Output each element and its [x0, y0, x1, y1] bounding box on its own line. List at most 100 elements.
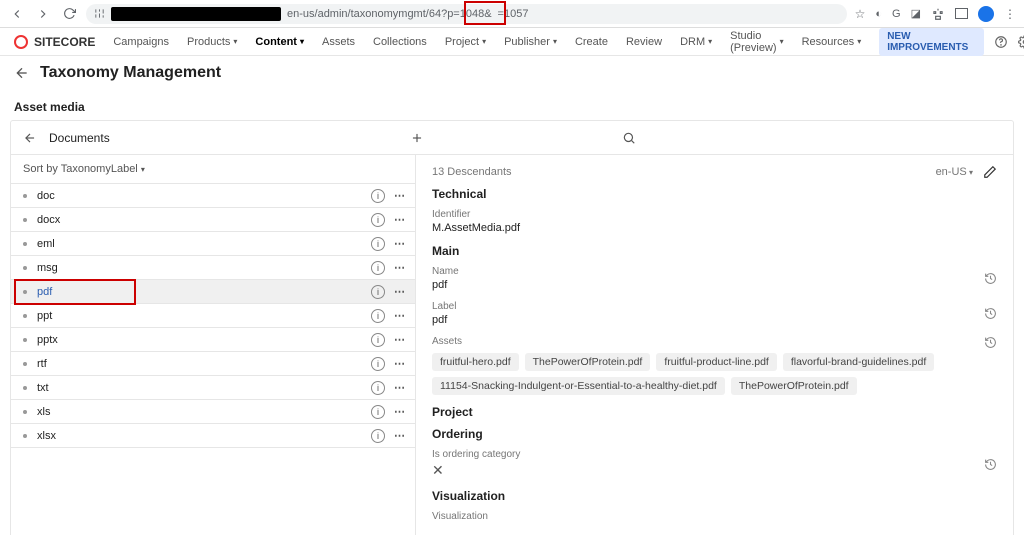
- url-visible: en-us/admin/taxonomymgmt/64?p=1048&: [287, 8, 492, 20]
- info-icon[interactable]: i: [371, 213, 385, 227]
- more-icon[interactable]: ⋯: [391, 357, 409, 370]
- ext-icon-2[interactable]: G: [892, 8, 901, 20]
- brand-icon: [14, 35, 28, 49]
- chevron-down-icon: ▾: [553, 37, 557, 46]
- page-title: Taxonomy Management: [40, 64, 221, 82]
- nav-campaigns[interactable]: Campaigns: [113, 30, 169, 54]
- label-value: pdf: [432, 314, 984, 326]
- ext-icon-1[interactable]: ◐: [875, 8, 882, 20]
- nav-resources[interactable]: Resources▾: [802, 30, 862, 54]
- extensions-icon[interactable]: [931, 7, 945, 21]
- more-icon[interactable]: ⋯: [391, 333, 409, 346]
- panel-icon[interactable]: [955, 8, 968, 19]
- sort-dropdown[interactable]: Sort by TaxonomyLabel ▾: [11, 155, 415, 184]
- history-icon[interactable]: [984, 307, 997, 320]
- profile-avatar-icon[interactable]: [978, 6, 994, 22]
- bullet-icon: [23, 410, 27, 414]
- nav-review[interactable]: Review: [626, 30, 662, 54]
- star-icon[interactable]: ☆: [855, 7, 866, 21]
- taxonomy-row-pptx[interactable]: pptxi⋯: [11, 328, 415, 352]
- taxonomy-row-docx[interactable]: docxi⋯: [11, 208, 415, 232]
- asset-chip[interactable]: fruitful-hero.pdf: [432, 353, 519, 371]
- taxonomy-row-eml[interactable]: emli⋯: [11, 232, 415, 256]
- section-visualization: Visualization: [432, 489, 997, 503]
- bullet-icon: [23, 242, 27, 246]
- more-icon[interactable]: ⋯: [391, 237, 409, 250]
- browser-reload[interactable]: [60, 5, 78, 23]
- bullet-icon: [23, 434, 27, 438]
- asset-chip[interactable]: 11154-Snacking-Indulgent-or-Essential-to…: [432, 377, 725, 395]
- more-icon[interactable]: ⋯: [391, 261, 409, 274]
- name-label: Name: [432, 266, 984, 277]
- info-icon[interactable]: i: [371, 261, 385, 275]
- more-icon[interactable]: ⋯: [391, 405, 409, 418]
- nav-create[interactable]: Create: [575, 30, 608, 54]
- row-label: txt: [37, 382, 371, 394]
- row-label: ppt: [37, 310, 371, 322]
- chevron-down-icon: ▾: [857, 37, 861, 46]
- nav-products[interactable]: Products▾: [187, 30, 237, 54]
- info-icon[interactable]: i: [371, 237, 385, 251]
- url-bar[interactable]: en-us/admin/taxonomymgmt/64?p=1048& =105…: [86, 4, 847, 24]
- taxonomy-row-msg[interactable]: msgi⋯: [11, 256, 415, 280]
- info-icon[interactable]: i: [371, 405, 385, 419]
- ordering-value-false-icon: ✕: [432, 462, 984, 479]
- asset-chip[interactable]: fruitful-product-line.pdf: [656, 353, 776, 371]
- taxonomy-row-xls[interactable]: xlsi ⋯: [11, 400, 415, 424]
- asset-chip[interactable]: flavorful-brand-guidelines.pdf: [783, 353, 934, 371]
- taxonomy-row-doc[interactable]: doci⋯: [11, 184, 415, 208]
- browser-forward[interactable]: [34, 5, 52, 23]
- browser-menu-icon[interactable]: ⋮: [1004, 7, 1016, 21]
- info-icon[interactable]: i: [371, 357, 385, 371]
- info-icon[interactable]: i: [371, 429, 385, 443]
- nav-project[interactable]: Project▾: [445, 30, 486, 54]
- browser-chrome: en-us/admin/taxonomymgmt/64?p=1048& =105…: [0, 0, 1024, 28]
- row-label: xls: [37, 406, 371, 418]
- page-back[interactable]: [14, 65, 30, 81]
- new-improvements-badge[interactable]: NEW IMPROVEMENTS: [879, 28, 984, 56]
- browser-back[interactable]: [8, 5, 26, 23]
- more-icon[interactable]: ⋯: [391, 285, 409, 298]
- info-icon[interactable]: i: [371, 309, 385, 323]
- taxonomy-row-ppt[interactable]: ppti ⋯: [11, 304, 415, 328]
- ext-icon-3[interactable]: ◪: [911, 7, 921, 20]
- nav-collections[interactable]: Collections: [373, 30, 427, 54]
- language-selector[interactable]: en-US ▾: [936, 166, 973, 178]
- asset-chip[interactable]: ThePowerOfProtein.pdf: [731, 377, 857, 395]
- info-icon[interactable]: i: [371, 285, 385, 299]
- nav-content[interactable]: Content▾: [255, 30, 304, 54]
- nav-assets[interactable]: Assets: [322, 30, 355, 54]
- info-icon[interactable]: i: [371, 333, 385, 347]
- more-icon[interactable]: ⋯: [391, 189, 409, 202]
- more-icon[interactable]: ⋯: [391, 213, 409, 226]
- panel-search-icon[interactable]: [617, 126, 641, 150]
- history-icon[interactable]: [984, 336, 997, 349]
- taxonomy-row-xlsx[interactable]: xlsxi⋯: [11, 424, 415, 448]
- descendants-count: 13 Descendants: [432, 166, 512, 178]
- more-icon[interactable]: ⋯: [391, 309, 409, 322]
- help-icon[interactable]: [994, 34, 1008, 50]
- info-icon[interactable]: i: [371, 189, 385, 203]
- url-redacted: [111, 7, 281, 21]
- taxonomy-row-pdf[interactable]: pdfi⋯: [11, 280, 415, 304]
- asset-chip[interactable]: ThePowerOfProtein.pdf: [525, 353, 651, 371]
- nav-studiopreview[interactable]: Studio (Preview)▾: [730, 30, 783, 54]
- panel-add-icon[interactable]: [405, 126, 429, 150]
- bullet-icon: [23, 266, 27, 270]
- more-icon[interactable]: ⋯: [391, 429, 409, 442]
- info-icon[interactable]: i: [371, 381, 385, 395]
- nav-publisher[interactable]: Publisher▾: [504, 30, 557, 54]
- edit-icon[interactable]: [983, 165, 997, 179]
- history-icon[interactable]: [984, 272, 997, 285]
- taxonomy-list-column: Sort by TaxonomyLabel ▾ doci⋯docxi⋯emli⋯…: [11, 155, 416, 535]
- panel-back[interactable]: [23, 131, 37, 145]
- more-icon[interactable]: ⋯: [391, 381, 409, 394]
- history-icon[interactable]: [984, 458, 997, 471]
- taxonomy-row-txt[interactable]: txti ⋯: [11, 376, 415, 400]
- nav-drm[interactable]: DRM▾: [680, 30, 712, 54]
- chevron-down-icon: ▾: [300, 37, 304, 46]
- taxonomy-row-rtf[interactable]: rtfi⋯: [11, 352, 415, 376]
- brand[interactable]: SITECORE: [14, 35, 95, 49]
- settings-icon[interactable]: [1018, 34, 1024, 50]
- visualization-label: Visualization: [432, 511, 997, 522]
